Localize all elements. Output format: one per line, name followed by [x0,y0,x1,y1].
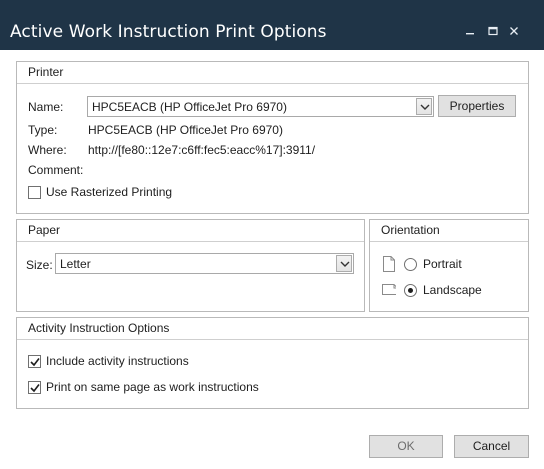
printer-group: Printer Name: HPC5EACB (HP OfficeJet Pro… [16,61,529,214]
printer-where-value: http://[fe80::12e7:c6ff:fec5:eacc%17]:39… [88,143,316,157]
cancel-button[interactable]: Cancel [454,435,529,458]
close-button[interactable] [507,25,521,37]
landscape-label: Landscape [423,283,482,297]
maximize-icon [488,26,498,36]
dialog-body: Printer Name: HPC5EACB (HP OfficeJet Pro… [0,50,544,469]
title-bar[interactable]: Active Work Instruction Print Options [0,0,544,50]
maximize-button[interactable] [486,25,500,37]
ok-button[interactable]: OK [369,435,443,458]
landscape-page-icon [382,284,396,295]
minimize-icon [466,33,474,35]
portrait-page-icon [383,256,395,272]
portrait-radio-button[interactable] [404,257,417,271]
checkmark-icon [30,383,40,392]
include-activity-label: Include activity instructions [46,354,189,368]
landscape-radio[interactable]: Landscape [382,282,482,298]
paper-size-value: Letter [60,257,91,271]
include-activity-checkbox-box[interactable] [28,354,41,368]
window-title: Active Work Instruction Print Options [10,22,327,42]
same-page-checkbox-box[interactable] [28,380,41,394]
print-options-dialog: Active Work Instruction Print Options Pr… [0,0,544,469]
rasterized-checkbox-label: Use Rasterized Printing [46,185,173,199]
minimize-button[interactable] [463,25,477,37]
chevron-down-icon [340,261,350,267]
printer-where-label: Where: [28,143,67,157]
paper-group-header: Paper [17,220,364,242]
properties-button[interactable]: Properties [438,95,516,117]
print-same-page-checkbox[interactable]: Print on same page as work instructions [28,380,259,394]
same-page-label: Print on same page as work instructions [46,380,259,394]
activity-group-header: Activity Instruction Options [17,318,528,340]
orientation-group-header: Orientation [370,220,528,242]
include-activity-instructions-checkbox[interactable]: Include activity instructions [28,354,189,368]
printer-dropdown-arrow[interactable] [416,98,432,115]
paper-group: Paper Size: Letter [16,219,365,312]
rasterized-checkbox-box[interactable] [28,185,41,199]
chevron-down-icon [420,104,430,110]
portrait-radio[interactable]: Portrait [382,256,462,272]
paper-size-label: Size: [26,258,53,272]
activity-options-group: Activity Instruction Options Include act… [16,317,529,409]
paper-dropdown-arrow[interactable] [336,255,352,272]
printer-group-header: Printer [17,62,528,84]
printer-name-dropdown[interactable]: HPC5EACB (HP OfficeJet Pro 6970) [87,96,434,117]
close-icon [510,27,518,35]
printer-name-value: HPC5EACB (HP OfficeJet Pro 6970) [92,100,287,114]
use-rasterized-printing-checkbox[interactable]: Use Rasterized Printing [28,185,172,199]
paper-size-dropdown[interactable]: Letter [55,253,354,274]
printer-name-label: Name: [28,100,64,114]
checkmark-icon [30,357,40,366]
printer-type-label: Type: [28,123,58,137]
orientation-group: Orientation Portrait Landscape [369,219,529,312]
printer-type-value: HPC5EACB (HP OfficeJet Pro 6970) [88,123,283,137]
portrait-label: Portrait [423,257,462,271]
printer-comment-label: Comment: [28,163,84,177]
landscape-radio-button[interactable] [404,283,417,297]
